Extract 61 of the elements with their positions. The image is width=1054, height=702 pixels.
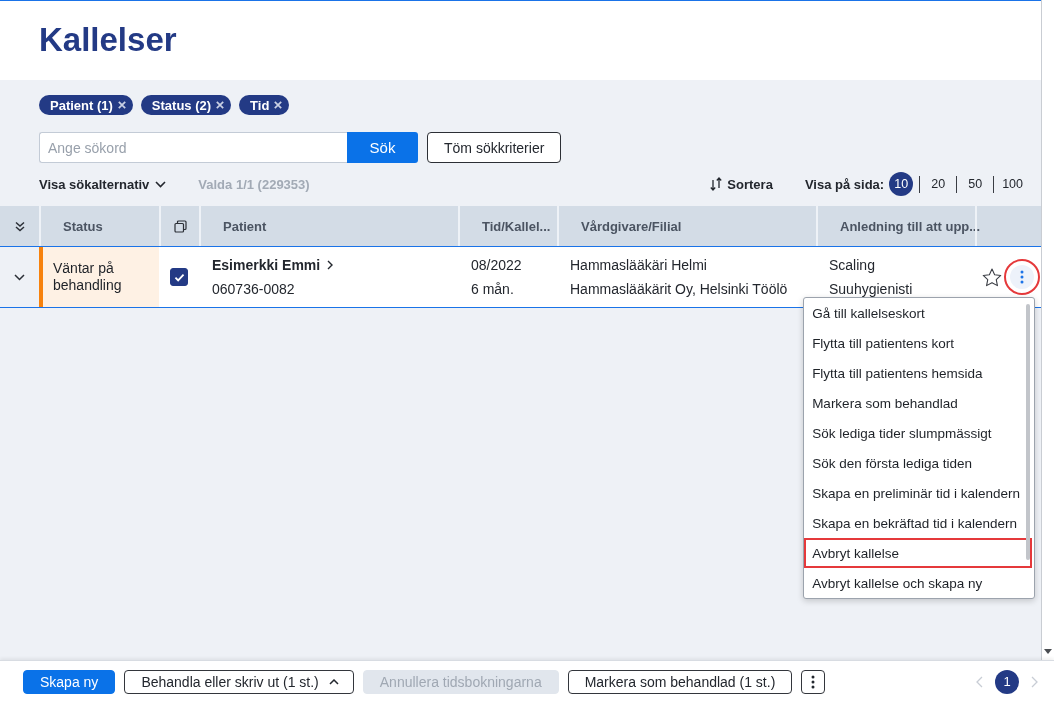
menu-item[interactable]: Skapa en bekräftad tid i kalendern bbox=[804, 508, 1034, 538]
menu-item[interactable]: Skapa en preliminär tid i kalendern bbox=[804, 478, 1034, 508]
dropdown-button[interactable]: Behandla eller skriv ut (1 st.) bbox=[124, 669, 354, 694]
column-header[interactable]: Status bbox=[52, 218, 103, 234]
recall-date: 08/2022 bbox=[471, 256, 522, 274]
page-size-option[interactable]: 10 bbox=[889, 172, 914, 196]
column-header[interactable]: Tid/Kallel... bbox=[471, 218, 551, 234]
patient-id: 060736-0082 bbox=[212, 280, 295, 298]
menu-item[interactable]: Flytta till patientens kort bbox=[804, 328, 1034, 358]
copy-icon[interactable] bbox=[173, 219, 187, 233]
search-button[interactable]: Sök bbox=[347, 132, 418, 163]
page-size-label: Visa på sida: bbox=[804, 176, 885, 192]
role-text: Suuhygienisti bbox=[829, 280, 913, 298]
primary-button[interactable]: Skapa ny bbox=[23, 669, 116, 694]
column-header[interactable]: Anledning till att upp... bbox=[829, 218, 981, 234]
close-icon[interactable] bbox=[117, 101, 126, 109]
menu-item[interactable]: Gå till kallelseskort bbox=[804, 298, 1034, 328]
status-label: Väntar på behandling bbox=[52, 260, 123, 294]
triangle-down-icon[interactable] bbox=[1044, 649, 1052, 654]
sort-button[interactable]: Sortera bbox=[710, 176, 773, 192]
page-button[interactable]: 1 bbox=[995, 669, 1019, 694]
page-title: Kallelser bbox=[39, 20, 177, 59]
menu-item[interactable]: Sök den första lediga tiden bbox=[804, 448, 1034, 478]
menu-item[interactable]: Markera som behandlad bbox=[804, 388, 1034, 418]
action-button[interactable]: Markera som behandlad (1 st.) bbox=[567, 669, 793, 694]
column-header[interactable]: Vårdgivare/Filial bbox=[570, 218, 682, 234]
search-field[interactable]: Ange sökord bbox=[39, 132, 347, 163]
checkbox[interactable] bbox=[170, 268, 188, 286]
menu-item[interactable]: Avbryt kallelse bbox=[804, 538, 1032, 568]
chevron-down-icon[interactable] bbox=[14, 273, 25, 281]
close-icon[interactable] bbox=[216, 101, 225, 109]
clinic-name: Hammaslääkärit Oy, Helsinki Töölö bbox=[570, 280, 788, 298]
search-options-toggle[interactable]: Visa sökalternativ bbox=[39, 176, 167, 192]
recall-interval: 6 mån. bbox=[471, 280, 514, 298]
filter-chip[interactable]: Tid bbox=[239, 95, 290, 115]
provider-name: Hammaslääkäri Helmi bbox=[570, 256, 707, 274]
menu-item[interactable]: Sök lediga tider slumpmässigt bbox=[804, 418, 1034, 448]
kebab-icon[interactable] bbox=[811, 674, 816, 689]
page-size-option[interactable]: 50 bbox=[963, 172, 988, 196]
scrollbar[interactable] bbox=[1026, 304, 1030, 560]
chevron-down-icon[interactable] bbox=[155, 180, 167, 188]
more-button[interactable] bbox=[801, 669, 826, 694]
filter-chip[interactable]: Patient (1) bbox=[39, 95, 133, 115]
sort-icon[interactable] bbox=[710, 177, 723, 191]
menu-item[interactable]: Flytta till patientens hemsida bbox=[804, 358, 1034, 388]
caret-up-icon[interactable] bbox=[328, 678, 339, 685]
patient-link[interactable]: Esimerkki Emmi bbox=[212, 256, 334, 274]
filter-chip[interactable]: Status (2) bbox=[140, 95, 232, 115]
chevron-right-icon[interactable] bbox=[327, 260, 334, 270]
scrollbar[interactable] bbox=[1041, 0, 1054, 660]
menu-item[interactable]: Avbryt kallelse och skapa ny bbox=[804, 568, 1034, 598]
page-size-option[interactable]: 20 bbox=[926, 172, 951, 196]
star-icon[interactable] bbox=[982, 267, 1002, 287]
column-header[interactable]: Patient bbox=[212, 218, 267, 234]
page-size-option[interactable]: 100 bbox=[1000, 172, 1025, 196]
check-icon bbox=[173, 272, 185, 282]
double-chevron-down-icon[interactable] bbox=[14, 220, 25, 232]
close-icon[interactable] bbox=[274, 101, 283, 109]
reason-text: Scaling bbox=[829, 256, 875, 274]
selection-count: Valda 1/1 (229353) bbox=[198, 176, 310, 192]
clear-button[interactable]: Töm sökkriterier bbox=[427, 132, 562, 163]
